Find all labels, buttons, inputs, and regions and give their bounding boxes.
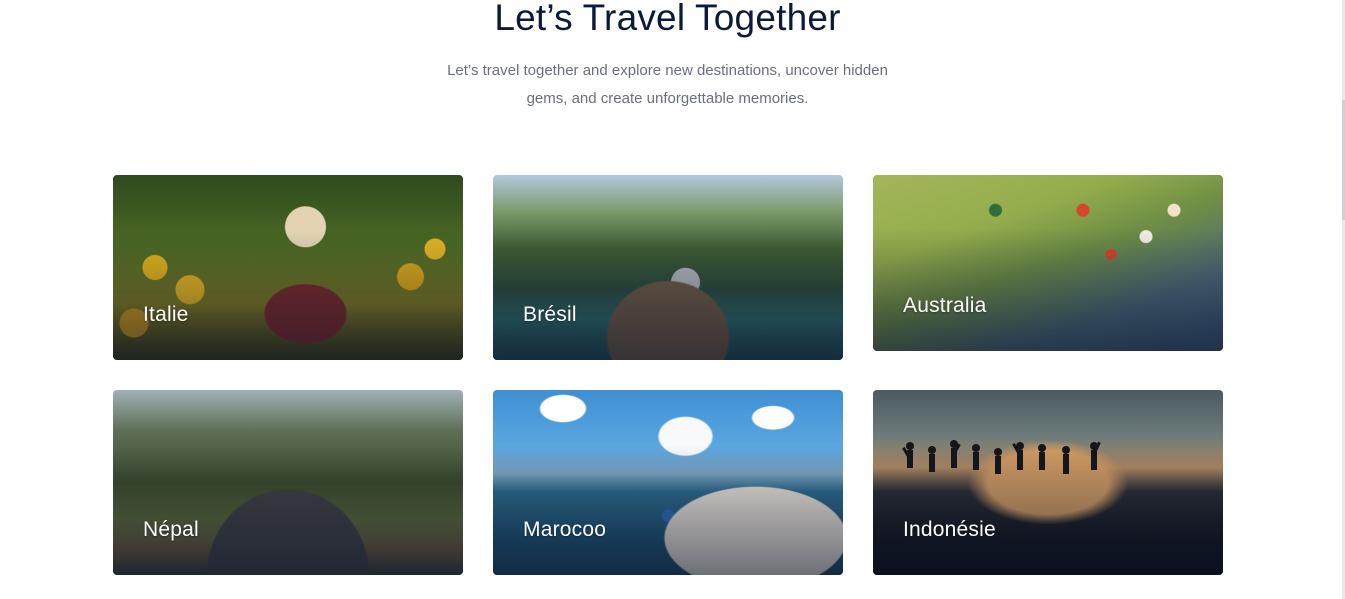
card-overlay xyxy=(493,390,843,575)
destination-card-marocoo[interactable]: Marocoo xyxy=(493,390,843,575)
destination-label: Indonésie xyxy=(903,518,996,541)
section-title: Let’s Travel Together xyxy=(494,0,841,38)
destination-card-italie[interactable]: Italie xyxy=(113,175,463,360)
destination-label: Marocoo xyxy=(523,518,607,541)
destination-label: Australia xyxy=(903,294,987,317)
destination-card-australia[interactable]: Australia xyxy=(873,175,1223,351)
card-overlay xyxy=(873,175,1223,351)
destination-label: Italie xyxy=(143,303,189,326)
destination-card-nepal[interactable]: Népal xyxy=(113,390,463,575)
destination-label: Népal xyxy=(143,518,199,541)
card-overlay xyxy=(873,390,1223,575)
card-overlay xyxy=(113,390,463,575)
destination-card-indonesie[interactable]: Indonésie xyxy=(873,390,1223,575)
card-overlay xyxy=(113,175,463,360)
subtitle-line-1: Let’s travel together and explore new de… xyxy=(447,62,888,79)
subtitle-line-2: gems, and create unforgettable memories. xyxy=(526,90,809,107)
card-overlay xyxy=(493,175,843,360)
page: Let’s Travel Together Let’s travel toget… xyxy=(0,0,1345,599)
section-subtitle: Let’s travel together and explore new de… xyxy=(410,57,925,113)
destination-card-bresil[interactable]: Brésil xyxy=(493,175,843,360)
destination-label: Brésil xyxy=(523,303,577,326)
